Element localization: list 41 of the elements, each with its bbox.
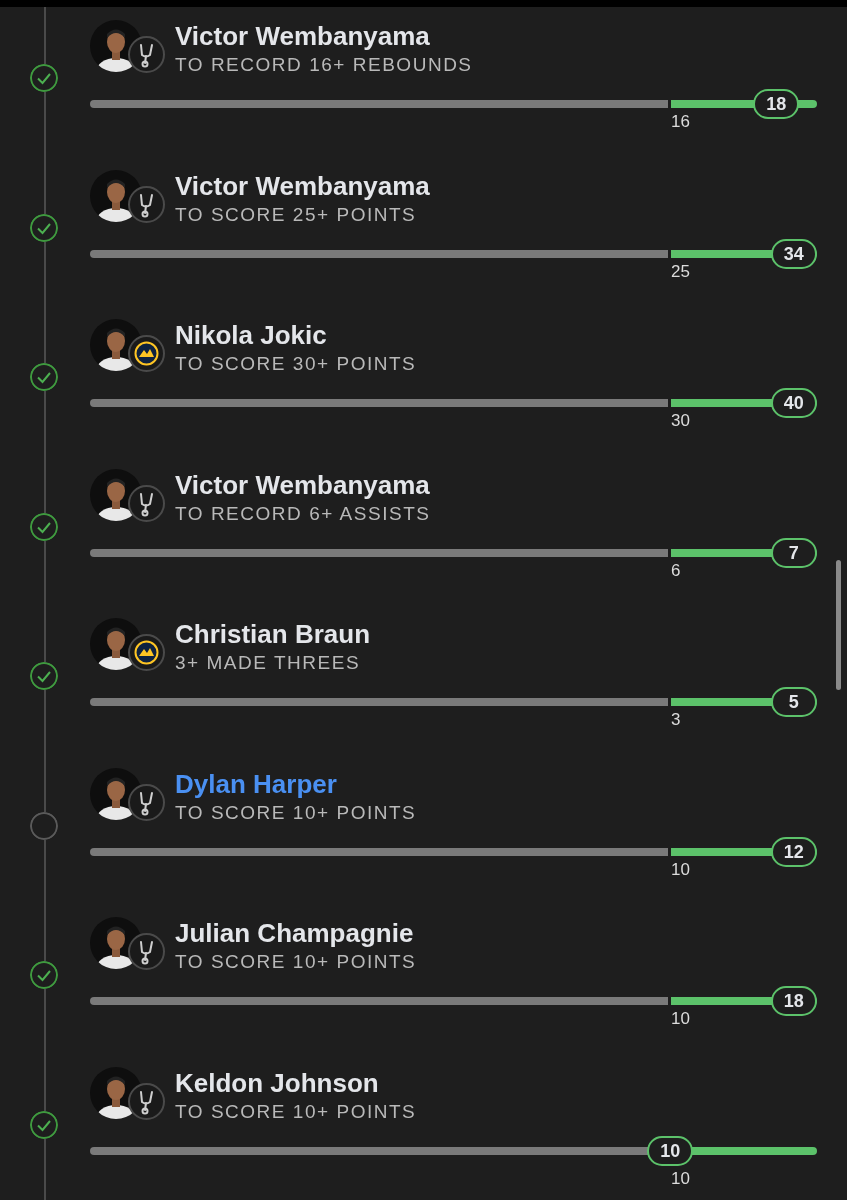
value-pill: 18 xyxy=(753,89,800,119)
prop-description: TO SCORE 10+ POINTS xyxy=(175,950,417,974)
team-logo-icon xyxy=(128,185,165,223)
threshold-label: 3 xyxy=(671,710,681,730)
player-name: Victor Wembanyama xyxy=(175,468,431,501)
threshold-label: 16 xyxy=(671,112,690,132)
player-name: Christian Braun xyxy=(175,618,371,650)
player-name: Dylan Harper xyxy=(175,767,338,800)
team-logo-icon xyxy=(128,484,165,522)
team-logo-icon xyxy=(128,783,165,821)
player-name: Victor Wembanyama xyxy=(175,169,430,202)
prop-description: TO RECORD 16+ REBOUNDS xyxy=(175,53,473,77)
value-pill: 5 xyxy=(770,687,817,717)
scrollbar[interactable] xyxy=(836,560,841,690)
player-name: Nikola Jokic xyxy=(175,319,328,351)
value-pill: 7 xyxy=(770,537,817,568)
prop-description: 3+ MADE THREES xyxy=(175,651,362,675)
team-logo-icon xyxy=(128,933,165,970)
threshold-label: 10 xyxy=(671,1009,690,1029)
prop-description: TO SCORE 30+ POINTS xyxy=(175,352,417,376)
team-logo-icon xyxy=(128,335,165,372)
value-pill: 10 xyxy=(647,1135,694,1166)
threshold-label: 6 xyxy=(671,560,681,581)
prop-description: TO RECORD 6+ ASSISTS xyxy=(175,501,431,526)
value-pill: 40 xyxy=(770,388,817,418)
value-pill: 18 xyxy=(770,986,817,1016)
threshold-label: 25 xyxy=(671,261,690,282)
prop-description: TO SCORE 10+ POINTS xyxy=(175,800,417,825)
value-pill: 34 xyxy=(770,238,817,269)
threshold-label: 30 xyxy=(671,411,690,431)
prop-description: TO SCORE 10+ POINTS xyxy=(175,1099,417,1124)
team-logo-icon xyxy=(128,1082,165,1120)
player-name: Victor Wembanyama xyxy=(175,20,431,52)
threshold-label: 10 xyxy=(671,1168,690,1189)
threshold-label: 10 xyxy=(671,859,690,880)
player-name: Julian Champagnie xyxy=(175,917,415,949)
prop-description: TO SCORE 25+ POINTS xyxy=(175,202,418,227)
team-logo-icon xyxy=(128,36,165,73)
value-pill: 12 xyxy=(770,836,817,867)
team-logo-icon xyxy=(128,634,165,671)
player-name: Keldon Johnson xyxy=(175,1066,380,1099)
